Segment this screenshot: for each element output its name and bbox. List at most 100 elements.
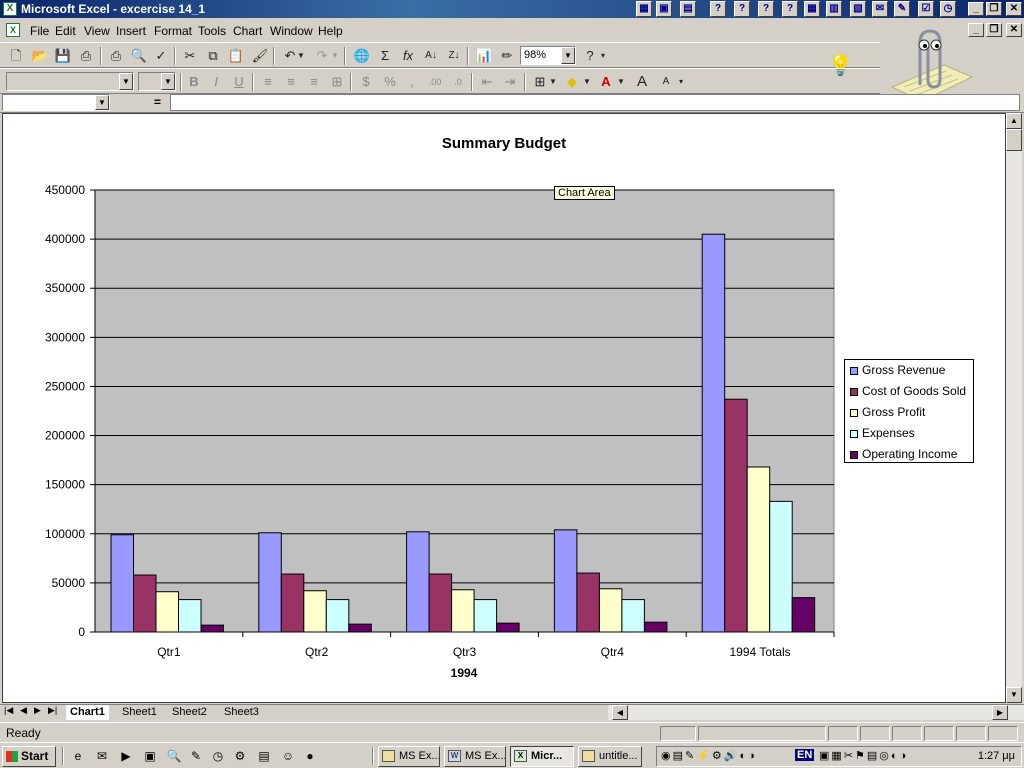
workbook-icon[interactable]: X [6,23,20,37]
y-tick-label[interactable]: 300000 [45,330,85,344]
x-tick-label[interactable]: Qtr4 [601,645,625,659]
increase-font-icon[interactable]: A [632,72,652,92]
chevron-down-icon[interactable]: ▾ [598,46,608,66]
y-tick-label[interactable]: 150000 [45,478,85,492]
autosum-icon[interactable]: Σ [375,46,395,66]
scroll-up-button[interactable]: ▲ [1006,113,1022,129]
tab-sheet1[interactable]: Sheet1 [118,705,161,720]
formula-equals[interactable]: = [154,95,161,109]
restore-button[interactable]: ❐ [986,2,1002,16]
y-tick-label[interactable]: 350000 [45,281,85,295]
toolbar-icon[interactable]: ▤ [680,1,696,17]
tab-sheet3[interactable]: Sheet3 [220,705,263,720]
bar[interactable] [110,534,134,633]
bar[interactable] [325,599,350,633]
scroll-thumb[interactable] [1006,129,1022,151]
doc-close-button[interactable]: ✕ [1006,23,1022,37]
font-size-select[interactable]: ▼ [138,72,176,91]
search-icon[interactable]: 🔍 [166,748,182,764]
print-icon[interactable]: ⎙ [106,46,126,66]
chevron-down-icon[interactable]: ▼ [119,73,133,90]
x-axis-title[interactable]: 1994 [404,666,524,680]
bold-icon[interactable]: B [184,72,204,92]
redo-icon[interactable]: ↷ [312,46,332,66]
bar[interactable] [576,572,600,633]
toolbar-icon[interactable]: ▥ [826,1,842,17]
bar[interactable] [643,621,668,633]
zoom-select[interactable]: 98% ▼ [520,46,576,65]
chevron-down-icon[interactable]: ▼ [548,72,558,92]
doc-restore-button[interactable]: ❐ [986,23,1002,37]
sort-ascending-icon[interactable]: A↓ [421,46,441,66]
chevron-down-icon[interactable]: ▼ [296,46,306,66]
bar[interactable] [178,599,202,633]
office-assistant[interactable] [884,25,974,103]
tab-chart1[interactable]: Chart1 [66,705,109,720]
legend-item[interactable]: Expenses [850,426,915,446]
align-right-icon[interactable]: ≡ [304,72,324,92]
task-button-excel-1[interactable]: MS Ex... [378,746,440,767]
clock-icon[interactable]: ◷ [940,1,956,17]
smiley-icon[interactable]: ☺ [280,748,296,764]
scroll-right-button[interactable]: ▶ [992,705,1008,720]
decrease-font-icon[interactable]: A [656,72,676,92]
legend-item[interactable]: Gross Profit [850,405,925,425]
chevron-down-icon[interactable]: ▾ [676,72,686,92]
horizontal-scrollbar[interactable]: ◀ ▶ [608,705,1024,720]
x-tick-label[interactable]: 1994 Totals [730,645,791,659]
bar[interactable] [701,233,726,633]
print-preview-icon[interactable]: ⎙ [76,46,96,66]
bar[interactable] [428,573,453,633]
legend-item[interactable]: Cost of Goods Sold [850,384,966,404]
x-tick-label[interactable]: Qtr2 [305,645,329,659]
vertical-scrollbar[interactable]: ▲ ▼ [1006,113,1022,703]
language-indicator[interactable]: EN [795,749,815,761]
start-button[interactable]: Start [2,746,56,767]
legend-item[interactable]: Operating Income [850,447,957,467]
chart-wizard-icon[interactable]: 📊 [474,46,494,66]
font-color-icon[interactable]: A [596,72,616,92]
outlook-icon[interactable]: ✉ [94,748,110,764]
menu-format[interactable]: Format [154,24,192,38]
y-tick-label[interactable]: 100000 [45,527,85,541]
tray-icons[interactable]: ◉▤✎⚡⚙🔊◐◑ [661,749,757,762]
increase-indent-icon[interactable]: ⇥ [500,72,520,92]
help-icon[interactable]: ? [710,1,726,17]
y-tick-label[interactable]: 250000 [45,379,85,393]
comma-icon[interactable]: , [402,72,422,92]
y-tick-label[interactable]: 450000 [45,183,85,197]
toolbar-icon[interactable]: ▣ [656,1,672,17]
spelling-icon[interactable]: ✓ [151,46,171,66]
decrease-decimal-icon[interactable]: .0 [448,72,468,92]
legend[interactable]: Gross Revenue Cost of Goods Sold Gross Pro… [844,359,974,463]
chart-title[interactable]: Summary Budget [404,135,604,152]
save-icon[interactable]: 💾 [53,46,73,66]
format-painter-icon[interactable]: 🖌 [250,46,270,66]
bar[interactable] [348,623,372,633]
chart[interactable]: 0 50000 100000 150000 200000 250000 300000 3500… [24,115,986,701]
bar[interactable] [303,590,327,633]
chevron-down-icon[interactable]: ▼ [330,46,340,66]
y-tick-label[interactable]: 0 [78,625,85,639]
hyperlink-icon[interactable]: 🌐 [352,46,372,66]
last-sheet-icon[interactable]: ▶| [48,705,57,716]
task-button-excel-active[interactable]: X Micr... [510,746,574,767]
menu-window[interactable]: Window [270,24,313,38]
help-icon[interactable]: ? [580,46,600,66]
fill-color-icon[interactable]: ◆ [562,72,582,92]
font-name-select[interactable]: ▼ [6,72,134,91]
y-tick-label[interactable]: 400000 [45,232,85,246]
prev-sheet-icon[interactable]: ◀ [20,705,27,716]
tab-sheet2[interactable]: Sheet2 [168,705,211,720]
x-tick-label[interactable]: Qtr3 [453,645,477,659]
toolbar-icon[interactable]: ▦ [636,1,652,17]
menu-file[interactable]: File [30,24,49,38]
task-button-excel-2[interactable]: W MS Ex... [444,746,506,767]
menu-tools[interactable]: Tools [198,24,226,38]
bar[interactable] [598,588,623,633]
notes-icon[interactable]: ✎ [188,748,204,764]
menu-insert[interactable]: Insert [116,24,146,38]
increase-decimal-icon[interactable]: .00 [425,72,445,92]
excel-icon[interactable]: X [3,2,17,16]
preview-icon[interactable]: 🔍 [129,46,149,66]
